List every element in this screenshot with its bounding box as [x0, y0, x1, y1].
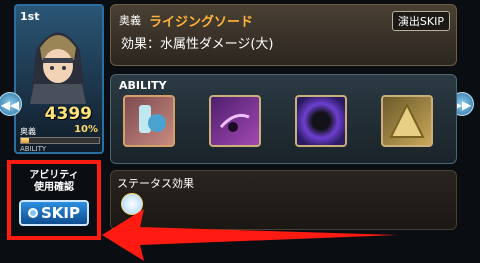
ability-confirm-label: アビリティ 使用確認 — [11, 170, 97, 194]
ougi-effect: 効果：水属性ダメージ(大) — [121, 37, 274, 52]
void-orb-icon[interactable] — [295, 95, 347, 147]
ougi-gauge-label: 奥義 — [20, 127, 36, 136]
ability-confirm-line1: アビリティ — [29, 170, 79, 181]
ability-panel: ABILITY — [110, 74, 457, 164]
charge-bar-fill — [21, 138, 29, 143]
character-card[interactable]: 1st 4399 奥義 10% ABILITY — [14, 4, 104, 154]
radio-icon — [27, 208, 38, 218]
dark-slash-icon[interactable] — [209, 95, 261, 147]
status-title: ステータス効果 — [117, 177, 194, 190]
character-portrait — [30, 32, 86, 104]
ability-skip-toggle[interactable]: SKIP — [19, 200, 89, 226]
ougi-panel: 奥義 ライジングソード 効果：水属性ダメージ(大) 演出SKIP — [110, 4, 457, 66]
potion-icon[interactable] — [123, 95, 175, 147]
red-arrow-annotation — [102, 209, 398, 261]
ougi-tag: 奥義 — [119, 14, 141, 27]
hp-value: 4399 — [44, 104, 92, 124]
ougi-skip-button[interactable]: 演出SKIP — [391, 11, 450, 31]
ability-title: ABILITY — [119, 79, 167, 92]
ability-mini-label: ABILITY — [20, 145, 47, 153]
golden-wall-icon[interactable] — [381, 95, 433, 147]
charge-percent: 10% — [74, 124, 98, 135]
ability-confirm-line2: 使用確認 — [34, 182, 74, 193]
ougi-name: ライジングソード — [149, 15, 254, 30]
skip-toggle-label: SKIP — [40, 204, 80, 222]
double-left-arrow-icon: ◀◀ — [0, 98, 20, 112]
ability-confirm-highlight: アビリティ 使用確認 SKIP — [7, 160, 101, 240]
charge-bar — [20, 137, 100, 144]
